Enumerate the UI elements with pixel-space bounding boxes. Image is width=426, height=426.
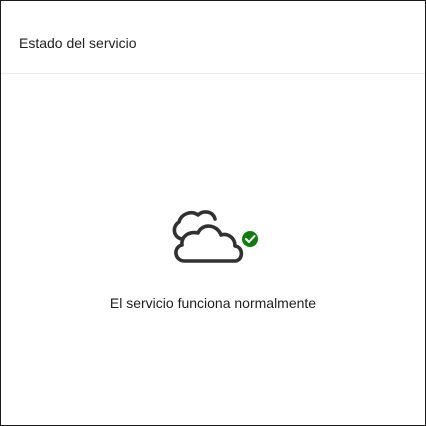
service-status-card: Estado del servicio El servicio funciona… bbox=[0, 0, 426, 426]
card-title: Estado del servicio bbox=[19, 35, 137, 51]
card-body: El servicio funciona normalmente bbox=[1, 75, 425, 425]
cloud-icon bbox=[172, 210, 258, 263]
status-message: El servicio funciona normalmente bbox=[109, 295, 317, 311]
check-circle-icon bbox=[242, 231, 258, 247]
card-header: Estado del servicio bbox=[1, 1, 425, 74]
service-status-illustration bbox=[169, 209, 261, 265]
